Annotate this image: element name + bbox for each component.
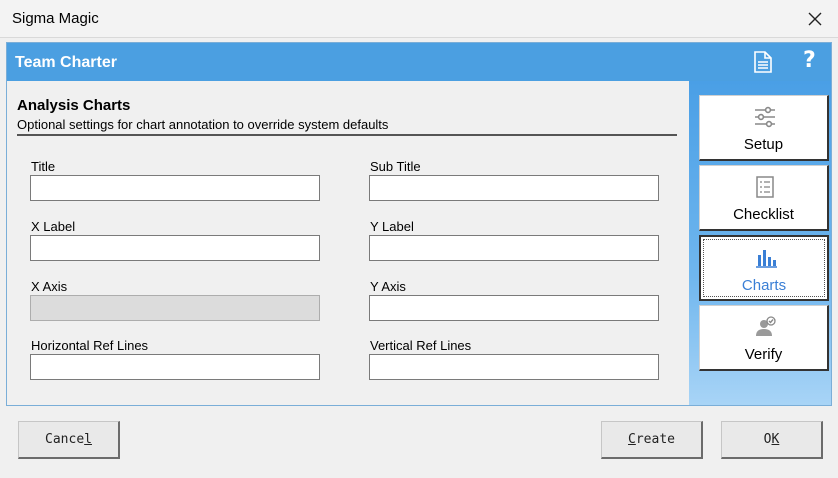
x-axis-input — [30, 295, 320, 321]
section-title: Analysis Charts — [17, 97, 131, 114]
ok-button[interactable]: OK — [721, 421, 823, 459]
section-divider — [17, 134, 677, 136]
y-axis-input[interactable] — [369, 295, 659, 321]
nav-setup-button[interactable]: Setup — [699, 95, 829, 161]
help-icon: ? — [803, 48, 816, 73]
verify-user-icon — [756, 316, 776, 336]
cancel-label: Cance — [45, 432, 85, 447]
ok-label: O — [763, 432, 772, 447]
nav-setup-label: Setup — [743, 136, 784, 153]
nav-charts-button[interactable]: Charts — [699, 235, 829, 301]
nav-verify-button[interactable]: Verify — [699, 305, 829, 371]
cancel-accel: l — [84, 432, 92, 447]
header-title: Team Charter — [15, 54, 117, 71]
close-button[interactable] — [802, 6, 828, 32]
sub-title-input[interactable] — [369, 175, 659, 201]
x-label-input[interactable] — [30, 235, 320, 261]
y-label-input[interactable] — [369, 235, 659, 261]
window-title: Sigma Magic — [12, 10, 99, 27]
nav-verify-label: Verify — [744, 346, 783, 363]
sliders-icon — [755, 106, 775, 128]
document-button[interactable] — [753, 51, 773, 73]
bar-chart-icon — [756, 250, 777, 268]
ok-accel: K — [771, 432, 780, 447]
dialog-frame: Team Charter ? Analysis Charts Optional … — [6, 42, 832, 406]
create-button[interactable]: Create — [601, 421, 703, 459]
close-icon — [808, 12, 822, 26]
nav-checklist-label: Checklist — [733, 206, 794, 223]
x-label-label: X Label — [31, 219, 76, 234]
checklist-icon — [756, 176, 774, 198]
nav-checklist-button[interactable]: Checklist — [699, 165, 829, 231]
y-label-label: Y Label — [370, 219, 414, 234]
create-accel: C — [628, 432, 636, 447]
help-button[interactable]: ? — [803, 48, 816, 73]
navigation-panel: Setup Checklist Charts Verify — [689, 81, 831, 405]
create-label: reate — [635, 432, 675, 447]
horizontal-ref-lines-label: Horizontal Ref Lines — [31, 338, 149, 353]
header-bar: Team Charter ? — [7, 43, 831, 81]
horizontal-ref-lines-input[interactable] — [30, 354, 320, 380]
vertical-ref-lines-input[interactable] — [369, 354, 659, 380]
section-subtitle: Optional settings for chart annotation t… — [17, 117, 389, 132]
content-area: Analysis Charts Optional settings for ch… — [7, 81, 689, 405]
title-label: Title — [31, 159, 56, 174]
nav-charts-label: Charts — [741, 277, 787, 294]
title-input[interactable] — [30, 175, 320, 201]
vertical-ref-lines-label: Vertical Ref Lines — [370, 338, 472, 353]
y-axis-label: Y Axis — [370, 279, 406, 294]
document-icon — [754, 51, 772, 73]
sub-title-label: Sub Title — [370, 159, 421, 174]
window-titlebar: Sigma Magic — [0, 0, 838, 38]
cancel-button[interactable]: Cance l — [18, 421, 120, 459]
x-axis-label: X Axis — [31, 279, 68, 294]
